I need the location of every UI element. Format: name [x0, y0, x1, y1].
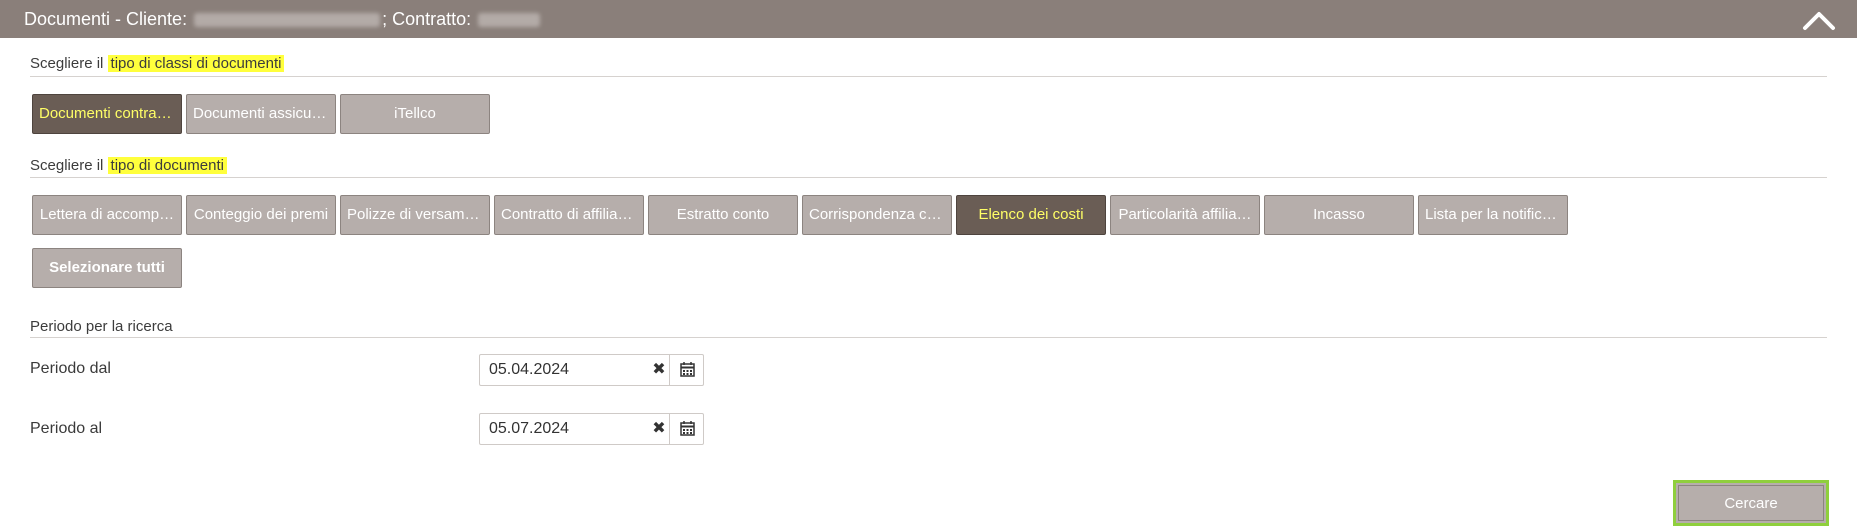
classes-section-label: Scegliere il tipo di classi di documenti	[30, 55, 285, 73]
document-type-button[interactable]: Incasso	[1264, 195, 1414, 235]
document-type-button[interactable]: Elenco dei costi	[956, 195, 1106, 235]
chevron-up-icon[interactable]	[1801, 8, 1837, 32]
close-icon[interactable]: ✖	[648, 414, 670, 444]
document-class-button[interactable]: iTellco	[340, 94, 490, 134]
period-from-input[interactable]	[480, 355, 648, 385]
document-class-button[interactable]: Documenti assicur…	[186, 94, 336, 134]
classes-label-highlight: tipo di classi di documenti	[107, 55, 285, 72]
document-class-button[interactable]: Documenti contrat…	[32, 94, 182, 134]
client-name-redacted	[194, 13, 381, 28]
document-type-button[interactable]: Contratto di affiliaz…	[494, 195, 644, 235]
panel-title: Documenti - Cliente: ; Contratto:	[24, 8, 542, 30]
document-type-button[interactable]: Estratto conto	[648, 195, 798, 235]
period-from-label: Periodo dal	[30, 360, 111, 377]
divider	[30, 337, 1827, 338]
document-type-button[interactable]: Polizze di versame…	[340, 195, 490, 235]
period-section-label: Periodo per la ricerca	[30, 318, 173, 335]
classes-label-prefix: Scegliere il	[30, 55, 108, 72]
period-to-field: ✖	[479, 413, 704, 445]
documents-label-prefix: Scegliere il	[30, 157, 108, 174]
search-button-label: Cercare	[1678, 485, 1824, 521]
period-to-label: Periodo al	[30, 420, 103, 437]
document-type-button[interactable]: Lettera di accomp…	[32, 195, 182, 235]
select-all-button[interactable]: Selezionare tutti	[32, 248, 182, 288]
title-prefix: Documenti - Cliente:	[24, 9, 188, 29]
document-type-button[interactable]: Corrispondenza co…	[802, 195, 952, 235]
divider	[30, 76, 1827, 77]
contract-label: ; Contratto:	[382, 9, 472, 29]
calendar-icon[interactable]	[669, 414, 703, 444]
divider	[30, 177, 1827, 178]
panel-header: Documenti - Cliente: ; Contratto:	[0, 0, 1857, 38]
period-to-input[interactable]	[480, 414, 648, 444]
document-type-button[interactable]: Conteggio dei premi	[186, 195, 336, 235]
period-from-field: ✖	[479, 354, 704, 386]
document-type-button[interactable]: Particolarità affilia…	[1110, 195, 1260, 235]
close-icon[interactable]: ✖	[648, 355, 670, 385]
documents-section-label: Scegliere il tipo di documenti	[30, 157, 227, 175]
contract-number-redacted	[478, 13, 541, 28]
search-button[interactable]: Cercare	[1673, 480, 1829, 526]
document-type-button[interactable]: Lista per la notifica…	[1418, 195, 1568, 235]
documents-label-highlight: tipo di documenti	[107, 157, 227, 174]
calendar-icon[interactable]	[669, 355, 703, 385]
